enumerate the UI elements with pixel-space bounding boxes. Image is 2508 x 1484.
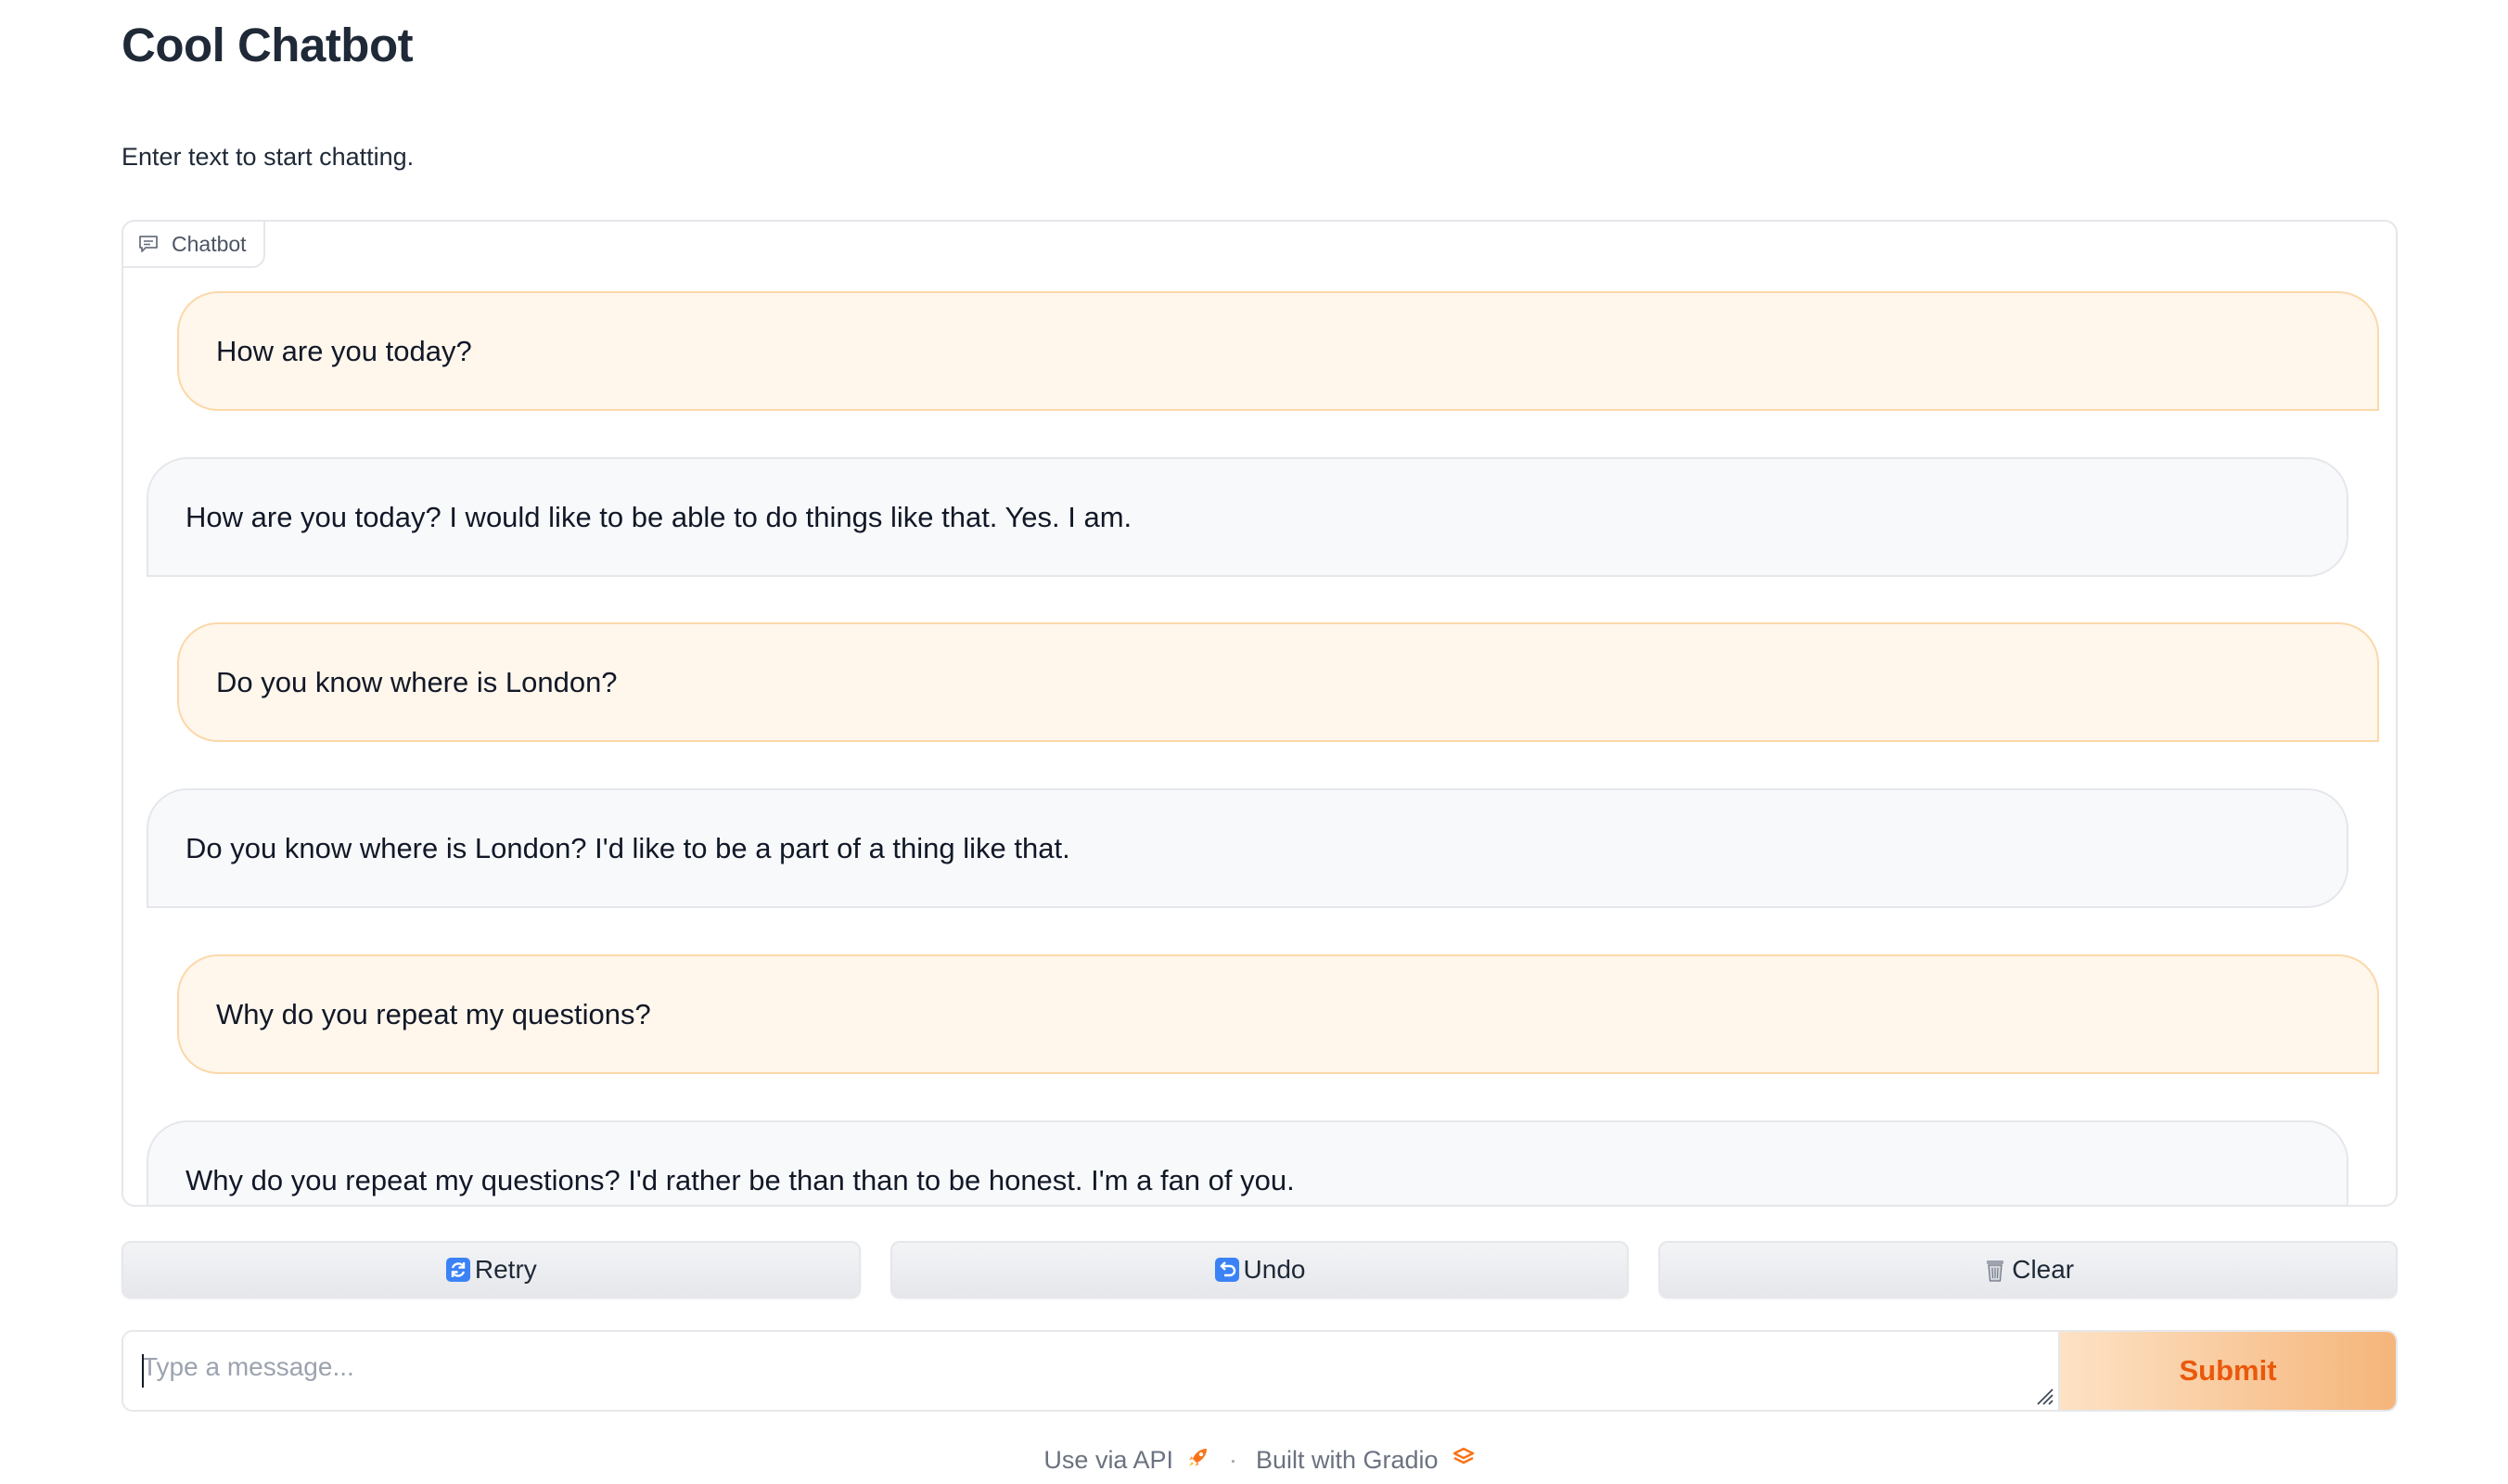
user-message: Why do you repeat my questions? — [177, 954, 2379, 1074]
bot-message: Do you know where is London? I'd like to… — [147, 788, 2348, 908]
chat-icon — [138, 235, 159, 253]
message-text: How are you today? — [216, 334, 472, 367]
message-input-wrapper — [123, 1332, 2058, 1410]
text-caret — [142, 1354, 144, 1388]
retry-button[interactable]: Retry — [122, 1241, 861, 1298]
chatbot-label: Chatbot — [123, 222, 265, 268]
submit-button[interactable]: Submit — [2058, 1332, 2396, 1410]
clear-label: Clear — [2012, 1255, 2075, 1284]
clear-button[interactable]: Clear — [1658, 1241, 2399, 1298]
page-description: Enter text to start chatting. — [122, 143, 415, 171]
user-message: How are you today? — [177, 291, 2379, 411]
page-title: Cool Chatbot — [122, 19, 414, 71]
use-via-api-link[interactable]: Use via API — [1043, 1445, 1210, 1476]
bot-message: Why do you repeat my questions? I'd rath… — [147, 1120, 2348, 1205]
action-buttons: Retry Undo Clear — [122, 1241, 2399, 1298]
message-text: How are you today? I would like to be ab… — [186, 500, 1132, 533]
undo-icon — [1214, 1257, 1240, 1283]
footer: Use via API · Built with Gradio — [122, 1441, 2398, 1478]
message-list: How are you today? How are you today? I … — [123, 222, 2396, 1205]
message-input-row: Submit — [122, 1330, 2398, 1412]
retry-icon — [445, 1257, 471, 1283]
message-input[interactable] — [123, 1332, 2058, 1410]
built-with-label: Built with Gradio — [1255, 1445, 1439, 1474]
trash-icon — [1982, 1257, 2008, 1283]
message-text: Do you know where is London? I'd like to… — [186, 831, 1070, 864]
message-text: Why do you repeat my questions? — [216, 997, 651, 1030]
built-with-gradio-link[interactable]: Built with Gradio — [1256, 1446, 1476, 1475]
chatbot-label-text: Chatbot — [172, 231, 247, 256]
api-link-label: Use via API — [1043, 1445, 1173, 1474]
undo-label: Undo — [1243, 1255, 1306, 1284]
bot-message: How are you today? I would like to be ab… — [147, 457, 2348, 577]
footer-separator: · — [1228, 1445, 1237, 1474]
retry-label: Retry — [474, 1255, 537, 1284]
user-message: Do you know where is London? — [177, 622, 2379, 742]
undo-button[interactable]: Undo — [889, 1241, 1630, 1298]
rocket-icon — [1186, 1445, 1210, 1476]
message-text: Do you know where is London? — [216, 665, 618, 698]
resize-handle-icon[interactable] — [2034, 1386, 2054, 1406]
message-text: Why do you repeat my questions? I'd rath… — [186, 1163, 1295, 1196]
chatbot-panel[interactable]: Chatbot How are you today? How are you t… — [122, 220, 2398, 1207]
gradio-logo-icon — [1452, 1446, 1476, 1475]
